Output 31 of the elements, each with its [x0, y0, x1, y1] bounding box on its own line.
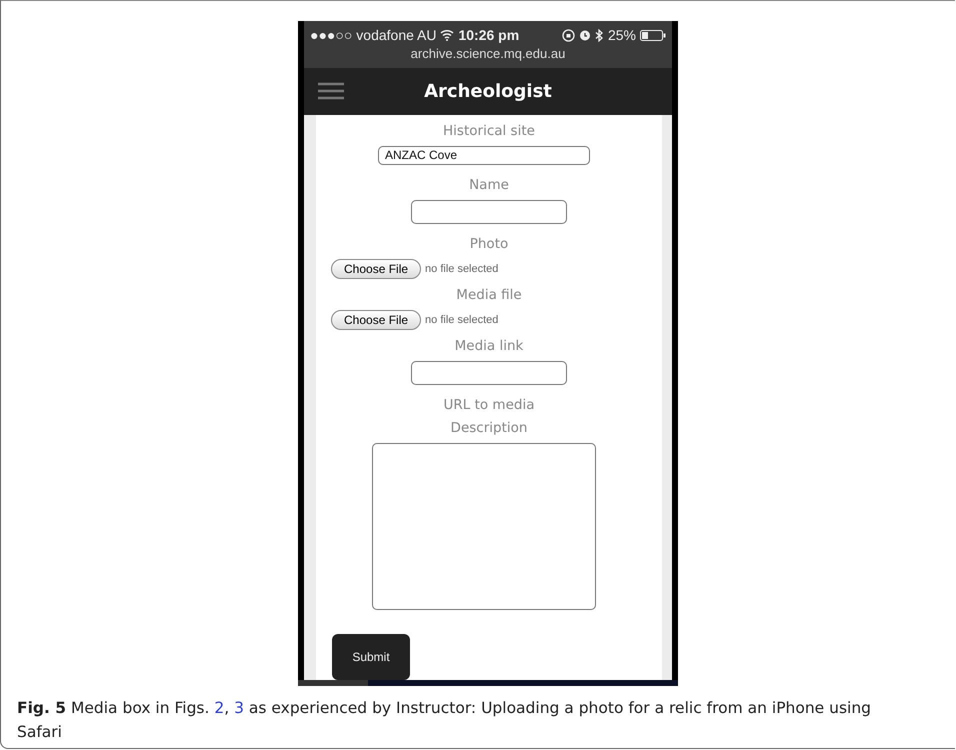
- wifi-icon: [440, 29, 454, 42]
- field-label: Historical site: [443, 122, 535, 140]
- clock-time: 10:26 pm: [458, 27, 520, 44]
- bluetooth-icon: [594, 28, 604, 42]
- field-label: Media file: [456, 286, 522, 304]
- menu-icon[interactable]: [318, 82, 344, 100]
- signal-dots: ●●●○○: [310, 27, 352, 44]
- field-label: Name: [469, 176, 509, 194]
- battery-icon: [640, 30, 666, 41]
- carrier-name: vodafone AU: [356, 27, 436, 44]
- field-label: Photo: [470, 234, 508, 253]
- figure-link[interactable]: 3: [234, 699, 244, 717]
- app-title: Archeologist: [423, 80, 553, 102]
- figure-caption: Fig. 5 Media box in Figs. 2, 3 as experienced by Instructor: Uploading a photo for a relic from an iPhone using Safari: [17, 698, 872, 743]
- text-field[interactable]: [411, 200, 567, 224]
- field-label: Media link: [454, 336, 524, 355]
- field-label: Description: [450, 418, 528, 437]
- choose-file-button[interactable]: Choose File: [331, 310, 422, 330]
- figure-link[interactable]: 2: [214, 699, 224, 717]
- rotation-lock-icon: [562, 28, 575, 42]
- field-label: URL to media: [444, 396, 534, 414]
- file-status: no file selected: [425, 262, 498, 275]
- choose-file-button[interactable]: Choose File: [331, 258, 422, 279]
- description-field[interactable]: [372, 442, 596, 610]
- text-field[interactable]: [411, 360, 567, 385]
- battery-percent: 25%: [608, 27, 636, 44]
- text-field[interactable]: ANZAC Cove: [378, 146, 590, 165]
- page-url: archive.science.mq.edu.au: [410, 46, 566, 62]
- alarm-clock-icon: [578, 29, 591, 42]
- file-status: no file selected: [425, 314, 498, 326]
- submit-button[interactable]: Submit: [332, 634, 410, 680]
